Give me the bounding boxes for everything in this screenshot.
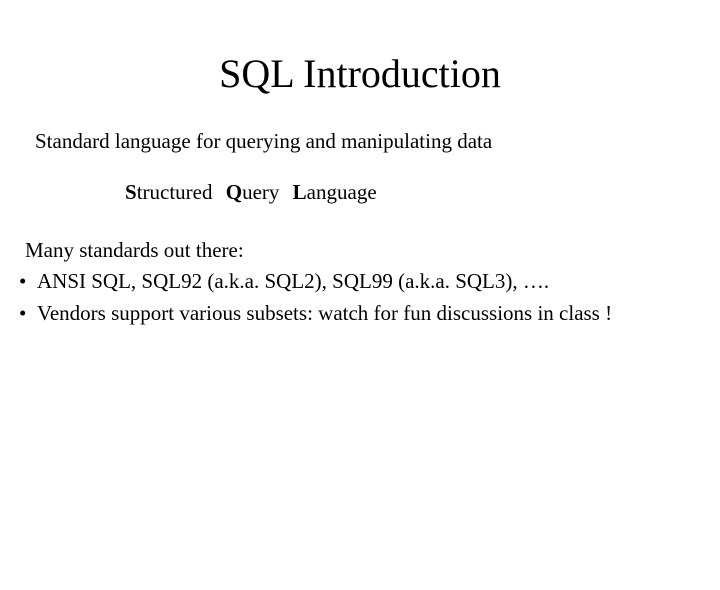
list-item: ANSI SQL, SQL92 (a.k.a. SQL2), SQL99 (a.… xyxy=(15,267,700,296)
bullet-list: ANSI SQL, SQL92 (a.k.a. SQL2), SQL99 (a.… xyxy=(15,267,700,328)
subtitle-text: Standard language for querying and manip… xyxy=(35,127,700,156)
acronym-l-rest: anguage xyxy=(307,180,377,204)
slide: SQL Introduction Standard language for q… xyxy=(0,50,720,590)
acronym-s-rest: tructured xyxy=(137,180,213,204)
acronym-line: Structured Query Language xyxy=(125,178,700,207)
acronym-q-rest: uery xyxy=(242,180,279,204)
content-area: Standard language for querying and manip… xyxy=(0,127,720,328)
acronym-s-bold: S xyxy=(125,180,137,204)
standards-intro: Many standards out there: xyxy=(25,236,700,265)
acronym-l-bold: L xyxy=(293,180,307,204)
page-title: SQL Introduction xyxy=(0,50,720,97)
acronym-q-bold: Q xyxy=(226,180,242,204)
list-item: Vendors support various subsets: watch f… xyxy=(15,299,700,328)
